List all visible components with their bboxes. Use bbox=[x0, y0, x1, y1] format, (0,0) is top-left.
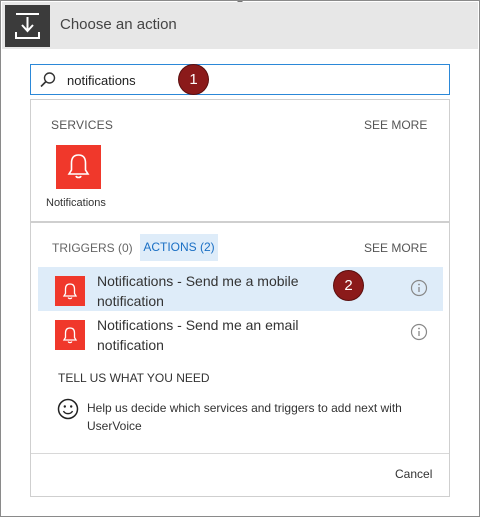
tab-triggers[interactable]: TRIGGERS (0) bbox=[52, 241, 133, 255]
search-input[interactable] bbox=[67, 71, 197, 89]
actions-see-more-link[interactable]: SEE MORE bbox=[364, 241, 427, 255]
step-callout-1: 1 bbox=[179, 65, 208, 94]
tab-actions[interactable]: ACTIONS (2) bbox=[140, 234, 218, 261]
action-row-email-notification[interactable]: Notifications - Send me an email notific… bbox=[38, 311, 443, 355]
search-icon bbox=[39, 71, 57, 89]
action-label: Notifications - Send me a mobile notific… bbox=[97, 273, 299, 309]
feedback-heading: TELL US WHAT YOU NEED bbox=[58, 371, 210, 385]
service-name-notifications[interactable]: Notifications bbox=[46, 197, 106, 209]
bell-icon bbox=[67, 154, 90, 179]
notifications-service-tile[interactable] bbox=[56, 145, 101, 189]
action-row-mobile-notification[interactable]: Notifications - Send me a mobile notific… bbox=[38, 267, 443, 311]
bell-icon bbox=[55, 320, 85, 350]
services-see-more-link[interactable]: SEE MORE bbox=[364, 118, 427, 132]
section-divider bbox=[31, 221, 449, 223]
services-heading: SERVICES bbox=[51, 118, 114, 132]
search-box[interactable] bbox=[30, 64, 450, 95]
cancel-button[interactable]: Cancel bbox=[395, 467, 432, 481]
uservoice-link[interactable]: Help us decide which services and trigge… bbox=[87, 399, 417, 435]
footer-divider bbox=[31, 453, 449, 454]
page-title: Choose an action bbox=[60, 16, 177, 33]
bell-icon bbox=[55, 276, 85, 306]
step-callout-2: 2 bbox=[334, 271, 363, 300]
smiley-icon bbox=[57, 398, 79, 420]
header-bar: Choose an action bbox=[2, 2, 478, 49]
info-icon[interactable] bbox=[410, 279, 428, 297]
info-icon[interactable] bbox=[410, 323, 428, 341]
action-label: Notifications - Send me an email notific… bbox=[97, 317, 299, 353]
action-picker-window: Choose an action 1 SERVICES SEE MORE Not… bbox=[0, 0, 480, 517]
download-tray-icon bbox=[5, 5, 50, 47]
